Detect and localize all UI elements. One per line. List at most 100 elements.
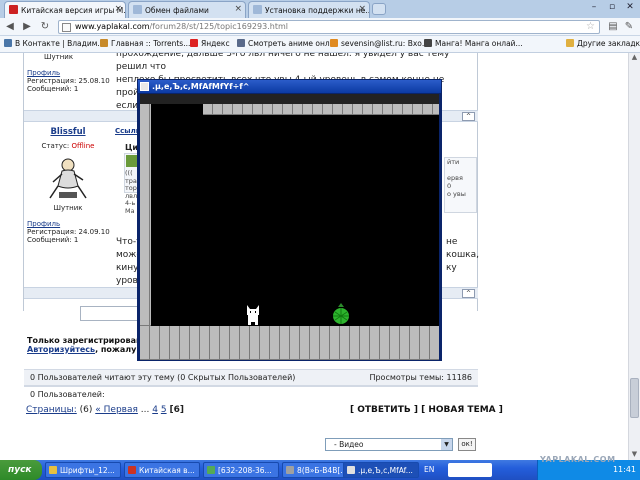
folder-icon: [49, 466, 57, 474]
ceiling-bricks: [203, 104, 439, 115]
avatar-figure-icon: [49, 158, 87, 199]
bookmarks-bar: В Контакте | Владим... Главная :: Torren…: [0, 36, 640, 53]
bookmark-item[interactable]: В Контакте | Владим...: [4, 39, 105, 48]
url-host: www.yaplakal.com: [75, 22, 150, 31]
page-scrollbar[interactable]: ▲ ▼: [628, 53, 640, 460]
quote-line: ервя: [447, 174, 463, 182]
tab-close-icon[interactable]: ×: [358, 4, 366, 14]
pages-count: (6): [79, 405, 93, 415]
tab-close-icon[interactable]: ×: [114, 4, 122, 14]
avatar: [45, 156, 91, 202]
wrench-icon[interactable]: ✎: [622, 20, 636, 34]
select-value: - Видео: [334, 440, 364, 449]
reload-icon[interactable]: ↻: [38, 20, 52, 34]
page-4-link[interactable]: 4: [152, 405, 158, 415]
bookmark-item[interactable]: Манга! Манга онлай...: [424, 39, 523, 48]
post2-line: ку: [446, 263, 457, 273]
cat-player-icon: [247, 305, 259, 325]
page-icon: [133, 5, 142, 14]
forum-jump-select[interactable]: - Видео ▼: [325, 438, 453, 451]
scroll-top-icon[interactable]: ^: [462, 289, 475, 298]
post1-profile: Шутник Профиль Регистрация: 25.08.10 Соо…: [24, 53, 112, 93]
post1-registration: Регистрация: 25.08.10: [27, 77, 110, 85]
taskbar-item[interactable]: Шрифты_12...: [45, 462, 121, 478]
status-label: Статус:: [41, 142, 70, 150]
quick-reply-box[interactable]: [80, 306, 140, 321]
first-page-link[interactable]: « Первая: [95, 405, 138, 415]
left-wall-bricks: [140, 104, 151, 326]
login-link[interactable]: Авторизуйтесь: [27, 345, 95, 354]
game-ceiling-gap: [140, 94, 439, 104]
taskbar-item-active[interactable]: .µ,e,Ъ,c,МfAf...: [343, 462, 419, 478]
game-app-icon: [140, 82, 149, 91]
bookmark-item[interactable]: Яндекс: [190, 39, 230, 48]
profile-link[interactable]: Профиль: [27, 220, 60, 228]
users-count: 0 Пользователей:: [30, 390, 105, 399]
bookmark-label: sevensin@list.ru: Вхо...: [341, 39, 430, 48]
scroll-thumb[interactable]: [630, 378, 639, 418]
language-indicator[interactable]: EN: [424, 465, 434, 474]
bookmark-label: Смотреть аниме онл...: [248, 39, 337, 48]
post1-line: прохождение, дальше 3-го лвл ничего не н…: [116, 53, 450, 72]
address-bar[interactable]: www.yaplakal.com/forum28/st/125/topic169…: [58, 20, 600, 34]
bookmark-item[interactable]: Смотреть аниме онл...: [237, 39, 337, 48]
guest-notice: Только зарегистрированн Авторизуйтесь, п…: [27, 336, 147, 354]
mail-icon: [330, 39, 338, 47]
bookmark-label: Яндекс: [201, 39, 230, 48]
pagination: Страницы: (6) « Первая ... 4 5 [6]: [26, 405, 184, 415]
post2-status: Статус: Offline: [24, 142, 112, 150]
taskbar-label: 8(В»Б-В4В[...: [297, 466, 348, 475]
scroll-up-icon[interactable]: ▲: [629, 53, 640, 63]
start-button[interactable]: пуск: [0, 460, 42, 480]
chevron-down-icon: ▼: [441, 439, 452, 450]
pages-label[interactable]: Страницы:: [26, 405, 77, 415]
manga-icon: [424, 39, 432, 47]
back-icon[interactable]: ◀: [3, 20, 17, 34]
other-bookmarks[interactable]: Другие закладки: [566, 39, 640, 48]
scroll-down-icon[interactable]: ▼: [629, 450, 640, 460]
torrent-icon: [100, 39, 108, 47]
maximize-icon[interactable]: ▫: [604, 1, 620, 14]
minimize-icon[interactable]: –: [586, 1, 602, 14]
url-path: /forum28/st/125/topic169293.html: [149, 22, 288, 31]
game-window: .µ,e,Ъ,c,МfAfМfYf÷f^: [137, 79, 442, 361]
scroll-top-icon[interactable]: ^: [462, 112, 475, 121]
forward-icon[interactable]: ▶: [20, 20, 34, 34]
anime-icon: [237, 39, 245, 47]
quote-line: 0: [447, 182, 452, 190]
game-canvas[interactable]: [140, 94, 439, 360]
page-icon: [253, 5, 262, 14]
yandex-icon: [190, 39, 198, 47]
page-5-link[interactable]: 5: [161, 405, 167, 415]
tab-label: Обмен файлами: [145, 6, 209, 15]
tab-close-icon[interactable]: ×: [234, 4, 242, 14]
bookmark-star-icon[interactable]: ☆: [586, 21, 595, 33]
post2-registration: Регистрация: 24.09.10: [27, 228, 110, 236]
page-menu-icon[interactable]: ▤: [606, 20, 620, 34]
bookmark-item[interactable]: sevensin@list.ru: Вхо...: [330, 39, 429, 48]
browser-tab[interactable]: Обмен файлами ×: [128, 1, 246, 18]
bookmark-label: В Контакте | Владим...: [15, 39, 105, 48]
browser-tab[interactable]: Установка поддержки не... ×: [248, 1, 370, 18]
taskbar-item[interactable]: [632-208-36...: [203, 462, 279, 478]
new-tab-button[interactable]: [372, 3, 386, 15]
window-controls: – ▫ ✕: [586, 1, 638, 14]
browser-icon: [128, 466, 136, 474]
site-favicon-icon: [9, 5, 18, 14]
pager-ellipsis: ...: [140, 405, 150, 415]
taskbar-item[interactable]: Китайская в...: [124, 462, 200, 478]
ok-button[interactable]: ок!: [458, 438, 476, 451]
profile-link[interactable]: Профиль: [27, 69, 60, 77]
clock[interactable]: 11:41: [613, 465, 636, 474]
post2-line: не: [446, 237, 458, 247]
reply-button[interactable]: [ ОТВЕТИТЬ ]: [350, 405, 418, 415]
tab-label: Китайская версия игры М...: [21, 6, 126, 15]
topic-readers-row: 0 Пользователей читают эту тему (0 Скрыт…: [24, 369, 478, 386]
new-topic-button[interactable]: [ НОВАЯ ТЕМА ]: [421, 405, 503, 415]
bookmark-item[interactable]: Главная :: Torrents....: [100, 39, 193, 48]
post2-author[interactable]: Blissful: [24, 127, 112, 137]
floor-bricks: [140, 326, 439, 360]
close-icon[interactable]: ✕: [622, 1, 638, 14]
game-title-bar[interactable]: .µ,e,Ъ,c,МfAfМfYf÷f^: [138, 80, 441, 93]
browser-tab-active[interactable]: Китайская версия игры М... ×: [4, 1, 126, 18]
